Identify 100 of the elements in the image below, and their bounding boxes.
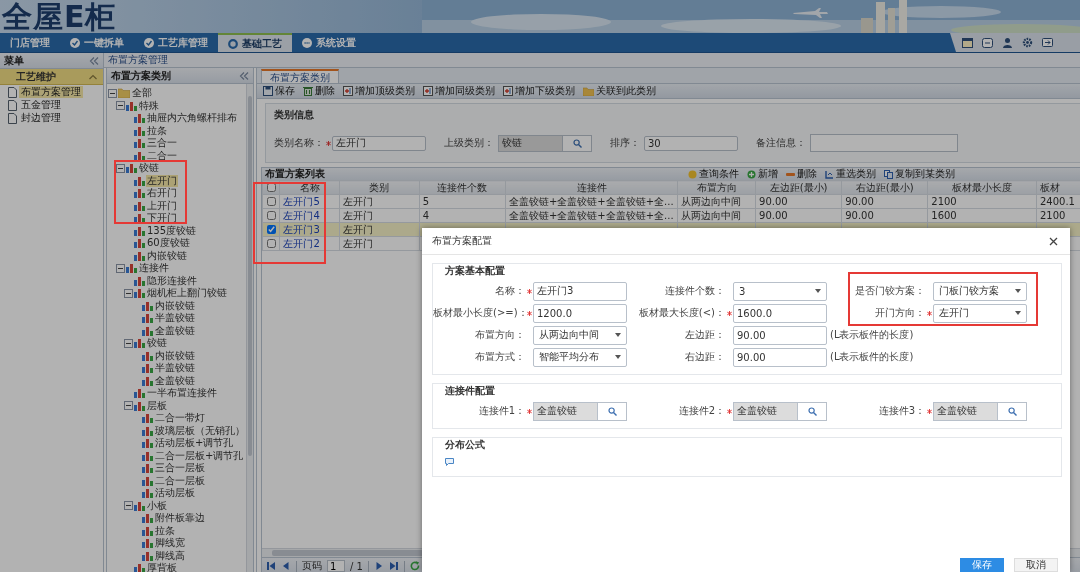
page-field[interactable]: 1 bbox=[327, 560, 345, 572]
tree-item[interactable]: 铰链 bbox=[138, 162, 160, 175]
tree-item[interactable]: 全部 bbox=[131, 87, 153, 100]
tree-item[interactable]: 二合一带灯 bbox=[154, 412, 206, 425]
nav-tab[interactable]: 系统设置 bbox=[292, 33, 366, 52]
search-button[interactable] bbox=[797, 401, 827, 421]
expand-toggle[interactable] bbox=[116, 163, 125, 173]
tree-item[interactable]: 二合一 bbox=[146, 149, 178, 162]
nav-tab[interactable]: 基础工艺 bbox=[218, 33, 292, 52]
nav-tab[interactable]: 工艺库管理 bbox=[134, 33, 218, 52]
expand-toggle[interactable] bbox=[124, 338, 133, 348]
column-header[interactable]: 布置方向 bbox=[677, 180, 756, 195]
tree-item[interactable]: 拉条 bbox=[154, 524, 176, 537]
tree-item[interactable]: 铰链 bbox=[146, 337, 168, 350]
toolbar-button[interactable]: 增加下级类别 bbox=[500, 84, 578, 98]
text-field[interactable]: 90.00 bbox=[733, 325, 827, 345]
lookup-field[interactable]: 全盖铰链 bbox=[933, 401, 997, 421]
tree-item[interactable]: 60度铰链 bbox=[146, 237, 191, 250]
dropdown[interactable]: 智能平均分布 bbox=[533, 347, 627, 367]
nav-tab[interactable]: 一键拆单 bbox=[60, 33, 134, 52]
dropdown[interactable]: 门板门铰方案 bbox=[933, 281, 1027, 301]
expand-toggle[interactable] bbox=[116, 101, 125, 111]
text-field[interactable]: 1600.0 bbox=[733, 303, 827, 323]
text-field[interactable]: 左开门3 bbox=[533, 281, 627, 301]
window-icon[interactable] bbox=[962, 37, 973, 48]
refresh-icon[interactable] bbox=[409, 561, 420, 571]
tree-item[interactable]: 特殊 bbox=[138, 99, 160, 112]
action-button[interactable]: 复制到某类别 bbox=[881, 168, 958, 180]
action-button[interactable]: 删除 bbox=[783, 168, 820, 180]
text-field[interactable]: 30 bbox=[644, 135, 738, 151]
exit-icon[interactable] bbox=[1042, 37, 1053, 48]
nav-tab[interactable]: 门店管理 bbox=[0, 33, 60, 52]
first-page-icon[interactable] bbox=[266, 561, 276, 571]
row-checkbox[interactable] bbox=[266, 197, 276, 206]
expand-toggle[interactable] bbox=[116, 263, 125, 273]
action-button[interactable]: 查询条件 bbox=[685, 168, 742, 180]
dropdown[interactable]: 从两边向中间 bbox=[533, 325, 627, 345]
tree-item[interactable]: 二合一层板+调节孔 bbox=[154, 449, 245, 462]
tree-item[interactable]: 玻璃层板（无销孔） bbox=[154, 424, 246, 437]
tree-item[interactable]: 一半布置连接件 bbox=[146, 387, 218, 400]
column-header[interactable]: 连接件个数 bbox=[419, 180, 506, 195]
lookup-field[interactable]: 铰链 bbox=[498, 134, 562, 152]
tree-item[interactable]: 半盖铰链 bbox=[154, 362, 196, 375]
tree-item[interactable]: 上开门 bbox=[146, 199, 178, 212]
menu-item[interactable]: 布置方案管理 bbox=[19, 86, 83, 98]
breadcrumb[interactable]: 布置方案管理 bbox=[108, 53, 168, 67]
tree-item[interactable]: 内嵌铰链 bbox=[154, 349, 196, 362]
tree-item[interactable]: 三合一 bbox=[146, 137, 178, 150]
tree-item[interactable]: 连接件 bbox=[138, 262, 170, 275]
column-header[interactable]: 左边距(最小) bbox=[755, 180, 842, 195]
column-header[interactable]: 连接件 bbox=[505, 180, 678, 195]
tree-item[interactable]: 层板 bbox=[146, 399, 168, 412]
lookup-field[interactable]: 全盖铰链 bbox=[733, 401, 797, 421]
collapse-icon[interactable] bbox=[239, 71, 249, 80]
tree-item[interactable]: 135度铰链 bbox=[146, 224, 198, 237]
menu-item[interactable]: 五金管理 bbox=[19, 99, 63, 111]
tree-item[interactable]: 三合一层板 bbox=[154, 462, 206, 475]
text-field[interactable]: 90.00 bbox=[733, 347, 827, 367]
action-button[interactable]: 重选类别 bbox=[822, 168, 879, 180]
tree-item[interactable]: 脚线高 bbox=[154, 549, 186, 562]
dropdown[interactable]: 左开门 bbox=[933, 303, 1027, 323]
column-header[interactable]: 右边距(最小) bbox=[841, 180, 928, 195]
tree-item[interactable]: 活动层板+调节孔 bbox=[154, 437, 235, 450]
text-field[interactable]: 左开门 bbox=[332, 135, 426, 151]
column-header[interactable]: 板材 bbox=[1036, 180, 1080, 195]
last-page-icon[interactable] bbox=[388, 561, 399, 571]
tree-item[interactable]: 下开门 bbox=[146, 212, 178, 225]
tree-item[interactable]: 隐形连接件 bbox=[146, 274, 198, 287]
tree-item[interactable]: 半盖铰链 bbox=[154, 312, 196, 325]
tree-item[interactable]: 脚线宽 bbox=[154, 537, 186, 550]
tree-item[interactable]: 活动层板 bbox=[154, 487, 196, 500]
lookup-field[interactable]: 全盖铰链 bbox=[533, 401, 597, 421]
menu-group-header[interactable]: 工艺维护 bbox=[0, 69, 103, 85]
tree-item[interactable]: 二合一层板 bbox=[154, 474, 206, 487]
collapse-icon[interactable] bbox=[89, 56, 99, 65]
close-icon[interactable] bbox=[1049, 236, 1058, 246]
expand-toggle[interactable] bbox=[124, 288, 133, 298]
tree-item[interactable]: 内嵌铰链 bbox=[154, 299, 196, 312]
user-icon[interactable] bbox=[1002, 37, 1013, 48]
search-button[interactable] bbox=[597, 401, 627, 421]
previous-page-icon[interactable] bbox=[281, 561, 291, 571]
table-row[interactable]: 左开门5 左开门 5 全盖铰链+全盖铰链+全盖铰链+全... 从两边向中间 90.00 90.00 2100 2400.1 bbox=[262, 194, 1080, 209]
tree-item[interactable]: 内嵌铰链 bbox=[146, 249, 188, 262]
collapse-icon[interactable] bbox=[89, 72, 97, 81]
tree-item[interactable]: 全盖铰链 bbox=[154, 324, 196, 337]
action-button[interactable]: 新增 bbox=[744, 168, 781, 180]
tree-item[interactable]: 拉条 bbox=[146, 124, 168, 137]
tab[interactable]: 布置方案类别 bbox=[261, 69, 339, 83]
tree-item[interactable]: 烟机柜上翻门铰链 bbox=[146, 287, 228, 300]
tree-item[interactable]: 右开门 bbox=[146, 187, 178, 200]
select-all-checkbox[interactable] bbox=[266, 183, 276, 192]
column-header[interactable]: 板材最小长度 bbox=[927, 180, 1037, 195]
row-checkbox[interactable] bbox=[266, 239, 276, 248]
comment-icon[interactable] bbox=[445, 458, 454, 466]
cancel-button[interactable]: 取消 bbox=[1014, 558, 1058, 572]
toolbar-button[interactable]: 增加顶级类别 bbox=[340, 84, 418, 98]
toolbar-button[interactable]: 删除 bbox=[300, 84, 338, 98]
expand-toggle[interactable] bbox=[124, 501, 133, 511]
tree-item[interactable]: 厚背板 bbox=[146, 562, 178, 572]
column-header[interactable]: 类别 bbox=[339, 180, 420, 195]
